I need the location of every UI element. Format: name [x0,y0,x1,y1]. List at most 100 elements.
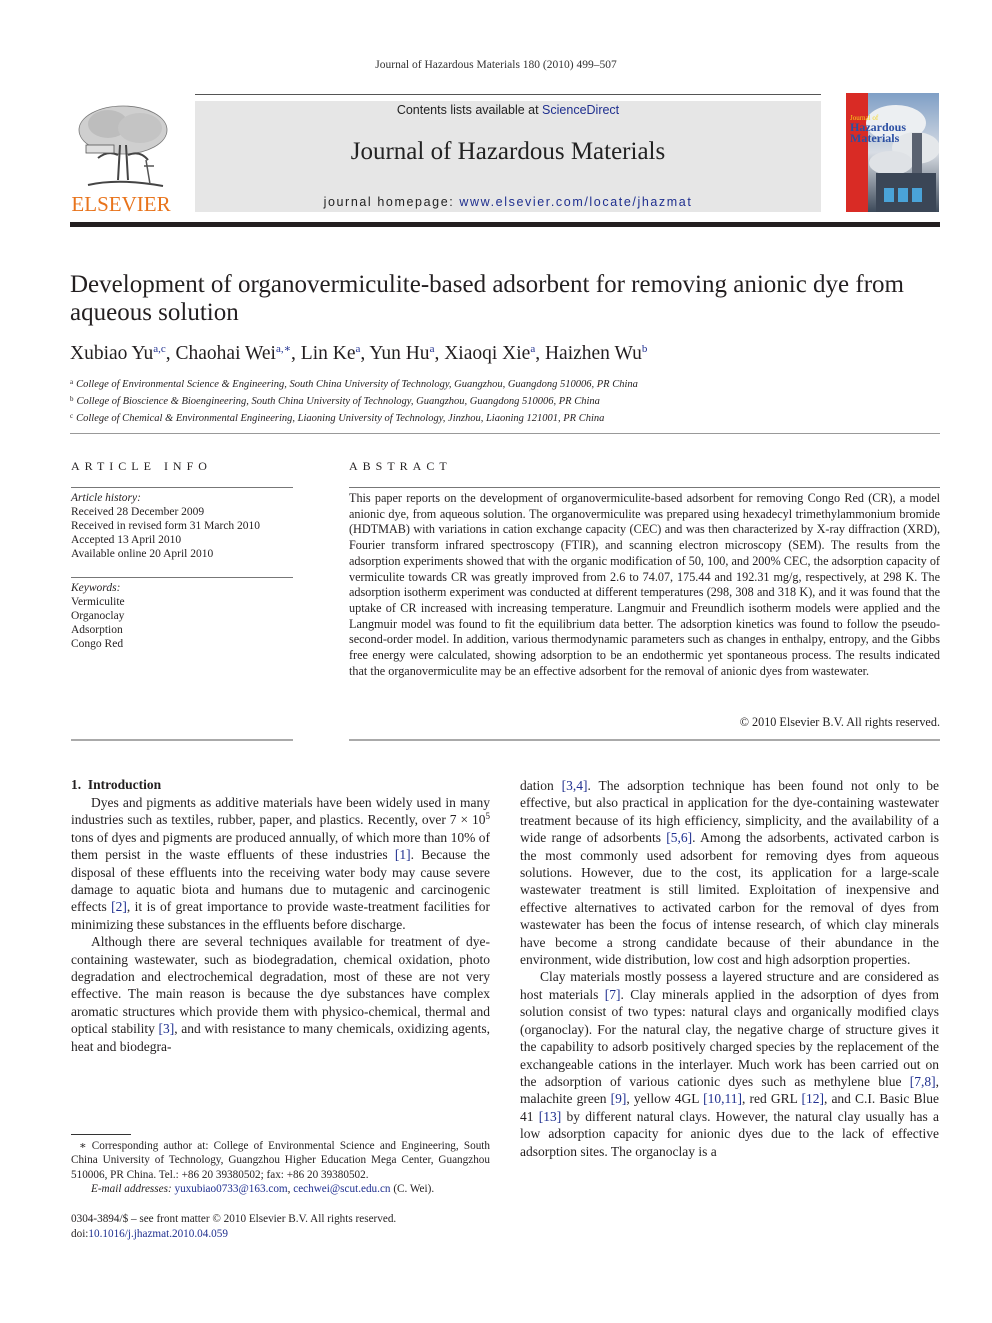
text-run: . Among the adsorbents, activated carbon… [520,830,939,968]
corresponding-author-text: ∗ Corresponding author at: College of En… [71,1140,490,1181]
contents-line: Contents lists available at ScienceDirec… [195,103,821,117]
article-history-label: Article history: [71,492,141,504]
affiliation: a College of Environmental Science & Engi… [70,375,940,392]
citation-link[interactable]: [10,11] [703,1091,742,1106]
affiliation: b College of Bioscience & Bioengineering,… [70,392,940,409]
keywords: Keywords: Vermiculite Organoclay Adsorpt… [71,581,125,651]
homepage-prefix: journal homepage: [323,195,460,209]
title-divider [70,433,940,434]
email-line: E-mail addresses: yuxubiao0733@163.com, … [71,1182,490,1196]
top-rule [195,94,821,95]
corresponding-author-footnote: ∗ Corresponding author at: College of En… [71,1139,490,1196]
citation-link[interactable]: [5,6] [666,830,692,845]
author-name: Yun Hu [369,343,430,364]
journal-title: Journal of Hazardous Materials [350,138,666,165]
abstract-copyright: © 2010 Elsevier B.V. All rights reserved… [739,715,940,729]
author-separator: , [535,343,545,364]
affiliation-text: College of Chemical & Environmental Engi… [76,413,605,424]
footnote-rule [71,1134,131,1135]
masthead-divider [70,222,940,227]
keyword: Vermiculite [71,596,125,608]
affiliations: a College of Environmental Science & Engi… [70,375,940,426]
issn-line: 0304-3894/$ – see front matter © 2010 El… [71,1213,397,1225]
divider [349,487,940,488]
history-item: Available online 20 April 2010 [71,548,214,560]
citation-link[interactable]: [13] [539,1109,562,1124]
keyword: Adsorption [71,624,123,636]
author[interactable]: Haizhen Wub [545,343,647,364]
text-run: , yellow 4GL [626,1091,704,1107]
author-name: Xubiao Yu [70,343,154,364]
running-head: Journal of Hazardous Materials 180 (2010… [375,59,617,71]
citation-link[interactable]: [9] [611,1091,627,1106]
author[interactable]: Chaohai Weia,∗, [176,343,301,364]
history-item: Received 28 December 2009 [71,506,205,518]
text-run: dation [520,778,562,793]
section-heading-introduction: 1. Introduction [71,777,162,792]
affiliation-key: a [70,378,74,386]
affiliation: c College of Chemical & Environmental Eng… [70,409,940,426]
paragraph: Dyes and pigments as additive materials … [71,794,490,933]
author-separator: , [291,343,301,364]
author-affiliation-mark[interactable]: a,∗ [276,343,291,355]
paragraph: Clay materials mostly possess a layered … [520,968,939,1159]
author[interactable]: Yun Hua, [369,343,444,364]
affiliation-key: c [70,412,74,420]
citation-link[interactable]: [7,8] [910,1074,936,1089]
author[interactable]: Lin Kea, [301,343,370,364]
cover-title-line3: Materials [850,131,900,145]
affiliation-key: b [70,395,74,403]
divider [349,739,940,741]
divider [71,739,293,741]
text-run: . Clay minerals applied in the adsorptio… [520,986,939,1089]
keyword: Congo Red [71,638,124,650]
article-info-heading: ARTICLE INFO [71,459,212,473]
text-run: Dyes and pigments as additive materials … [71,795,490,828]
text-run: , red GRL [742,1091,802,1107]
doi-link[interactable]: 10.1016/j.jhazmat.2010.04.059 [88,1228,228,1240]
author-name: Chaohai Wei [175,343,276,364]
keywords-label: Keywords: [71,582,121,594]
citation-link[interactable]: [3] [158,1021,174,1036]
history-item: Accepted 13 April 2010 [71,534,182,546]
citation-link[interactable]: [1] [395,847,411,862]
author-separator: , [434,343,445,364]
divider [71,487,293,488]
article-title: Development of organovermiculite-based a… [70,271,904,326]
text-run: , it is of great importance to provide w… [71,899,490,932]
journal-homepage-line: journal homepage: www.elsevier.com/locat… [195,195,821,209]
email-link[interactable]: yuxubiao0733@163.com [174,1183,287,1195]
body-column-right: dation [3,4]. The adsorption technique h… [520,777,939,1160]
text-run: by different natural clays. However, the… [520,1108,940,1159]
doi-prefix: doi: [71,1228,89,1240]
affiliation-text: College of Environmental Science & Engin… [76,379,638,390]
email-label: E-mail addresses: [91,1182,175,1195]
divider [71,577,293,578]
front-matter-info: 0304-3894/$ – see front matter © 2010 El… [71,1212,490,1242]
citation-link[interactable]: [12] [801,1091,824,1106]
body-column-left: Dyes and pigments as additive materials … [71,794,490,1055]
author-affiliation-mark[interactable]: a,c [153,343,166,355]
citation-link[interactable]: [7] [605,987,621,1002]
author-list: Xubiao Yua,c, Chaohai Weia,∗, Lin Kea, Y… [70,342,940,365]
sciencedirect-link[interactable]: ScienceDirect [542,103,619,117]
article-history: Article history: Received 28 December 20… [71,491,260,561]
author-separator: , [165,343,176,364]
citation-link[interactable]: [3,4] [562,778,588,793]
journal-homepage-link[interactable]: www.elsevier.com/locate/jhazmat [459,195,692,209]
abstract-text: This paper reports on the development of… [349,491,940,678]
contents-prefix: Contents lists available at [396,103,543,117]
author-affiliation-mark[interactable]: b [642,343,648,355]
author[interactable]: Xubiao Yua,c, [70,343,176,364]
elsevier-wordmark: ELSEVIER [71,192,171,216]
paragraph: Although there are several techniques av… [71,933,490,1055]
author-name: Haizhen Wu [544,343,642,364]
email-suffix: (C. Wei). [390,1182,435,1195]
citation-link[interactable]: [2] [111,899,127,914]
email-link[interactable]: cechwei@scut.edu.cn [293,1183,390,1195]
journal-cover-image[interactable]: Journal of Hazardous Materials [846,93,939,212]
author[interactable]: Xiaoqi Xiea, [444,343,545,364]
keyword: Organoclay [71,610,125,622]
abstract-heading: ABSTRACT [349,459,452,473]
doi-line: doi:10.1016/j.jhazmat.2010.04.059 [71,1227,490,1242]
